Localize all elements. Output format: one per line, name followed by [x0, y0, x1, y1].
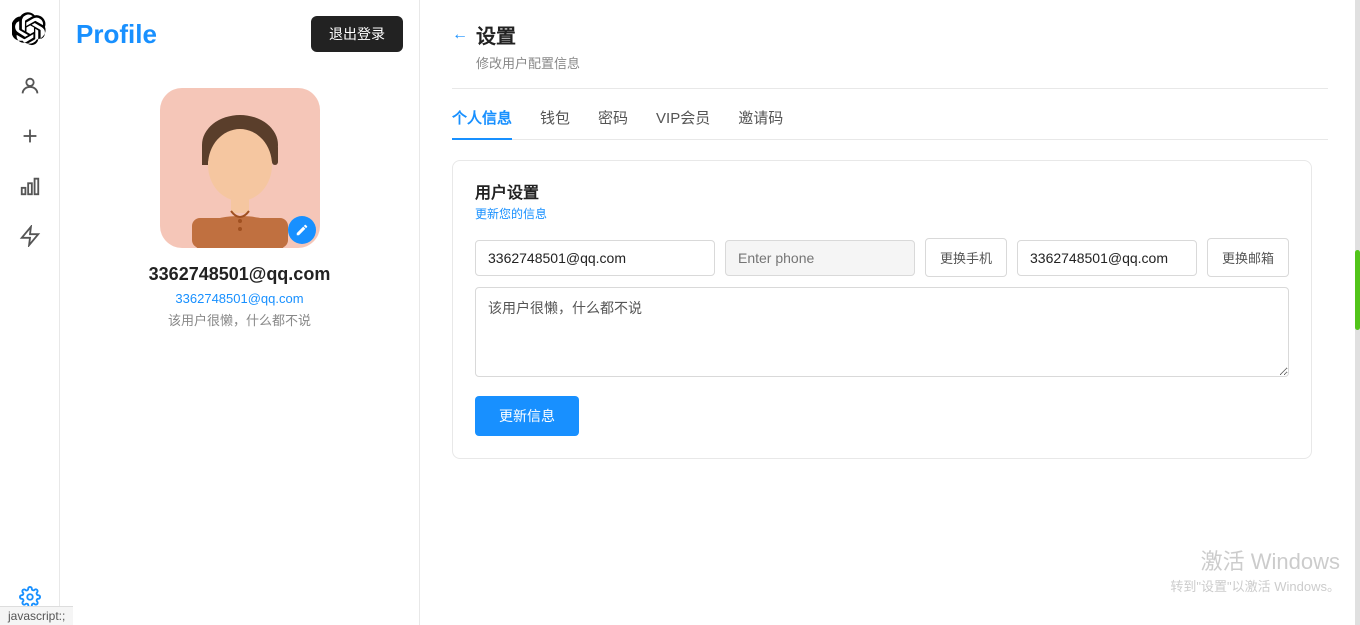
settings-header: ← 设置 [452, 20, 1328, 49]
status-text: javascript:; [8, 609, 65, 623]
right-scrollbar[interactable] [1355, 0, 1360, 625]
bio-textarea[interactable] [475, 287, 1289, 377]
user-icon[interactable] [14, 70, 46, 102]
tab-password[interactable]: 密码 [598, 107, 628, 140]
lightning-icon[interactable] [14, 220, 46, 252]
settings-tabs: 个人信息 钱包 密码 VIP会员 邀请码 [452, 107, 1328, 140]
profile-panel: Profile 退出登录 [60, 0, 420, 625]
avatar-wrapper: 3362748501@qq.com 3362748501@qq.com 该用户很… [76, 88, 403, 329]
card-title: 用户设置 [475, 179, 1289, 203]
app-logo[interactable] [12, 12, 48, 48]
user-email-sub: 3362748501@qq.com [175, 291, 303, 306]
tab-vip[interactable]: VIP会员 [656, 107, 710, 140]
email-display: 3362748501@qq.com [1017, 240, 1197, 276]
card-subtitle: 更新您的信息 [475, 205, 1289, 222]
tab-invite[interactable]: 邀请码 [738, 107, 783, 140]
tab-wallet[interactable]: 钱包 [540, 107, 570, 140]
email-input[interactable] [475, 240, 715, 276]
user-email-main: 3362748501@qq.com [149, 264, 331, 285]
change-email-button[interactable]: 更换邮箱 [1207, 238, 1289, 277]
tab-personal-info[interactable]: 个人信息 [452, 107, 512, 140]
chart-icon[interactable] [14, 170, 46, 202]
avatar-container [160, 88, 320, 248]
back-arrow[interactable]: ← [452, 26, 468, 44]
main-content: ← 设置 修改用户配置信息 个人信息 钱包 密码 VIP会员 邀请码 用户设置 … [420, 0, 1360, 625]
user-bio: 该用户很懒，什么都不说 [168, 310, 311, 329]
sidebar [0, 0, 60, 625]
scrollbar-thumb[interactable] [1355, 250, 1360, 330]
form-row-1: 更换手机 3362748501@qq.com 更换邮箱 [475, 238, 1289, 277]
profile-title: Profile [76, 19, 157, 50]
phone-input[interactable] [725, 240, 915, 276]
avatar-edit-button[interactable] [288, 216, 316, 244]
update-button[interactable]: 更新信息 [475, 396, 579, 436]
header-divider [452, 88, 1328, 89]
plus-icon[interactable] [14, 120, 46, 152]
settings-title: 设置 [476, 20, 516, 49]
avatar-svg [175, 103, 305, 248]
change-phone-button[interactable]: 更换手机 [925, 238, 1007, 277]
profile-header: Profile 退出登录 [76, 16, 403, 52]
logout-button[interactable]: 退出登录 [311, 16, 403, 52]
settings-card: 用户设置 更新您的信息 更换手机 3362748501@qq.com 更换邮箱 … [452, 160, 1312, 459]
settings-subtitle: 修改用户配置信息 [476, 53, 1328, 72]
status-bar: javascript:; [0, 606, 73, 625]
